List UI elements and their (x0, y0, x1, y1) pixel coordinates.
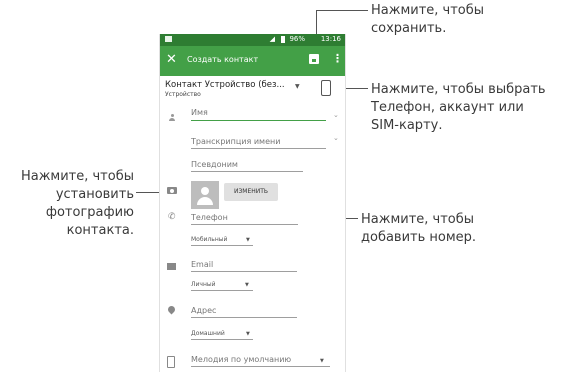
address-type-underline (191, 339, 253, 340)
chevron-down-icon[interactable]: ⌄ (333, 134, 339, 142)
account-name: Контакт Устройство (без... (165, 80, 285, 90)
email-icon (167, 263, 176, 270)
status-bar: ◢ 96% 13:16 (160, 34, 345, 46)
phone-device-icon[interactable] (321, 80, 331, 96)
callout-photo: Нажмите, чтобы установить фотографию кон… (20, 169, 134, 238)
ringtone-underline (191, 366, 330, 367)
phone-type-underline (191, 245, 253, 246)
email-type-underline (191, 290, 253, 291)
more-icon[interactable]: ⋮ (332, 52, 343, 65)
account-subtitle: Устройство (165, 91, 201, 98)
battery-icon (281, 36, 285, 43)
callout-account: Нажмите, чтобы выбрать Телефон, аккаунт … (371, 82, 546, 133)
ringtone-select[interactable]: Мелодия по умолчанию (191, 355, 291, 364)
nickname-underline (191, 171, 303, 172)
person-icon (169, 114, 175, 121)
change-photo-button[interactable]: ИЗМЕНИТЬ (224, 183, 278, 201)
phone-input[interactable]: Телефон (191, 213, 228, 222)
callout-number: Нажмите, чтобы добавить номер. (361, 212, 477, 245)
close-icon[interactable]: ✕ (166, 52, 177, 67)
page-title: Создать контакт (187, 55, 259, 64)
phone-icon: ✆ (168, 212, 176, 222)
battery-level: 96% (289, 35, 305, 43)
address-underline (191, 317, 297, 318)
notification-icon (165, 36, 172, 42)
transcription-underline (191, 148, 326, 149)
name-input[interactable]: Имя (191, 108, 208, 117)
email-type-select[interactable]: Личный (191, 281, 216, 288)
camera-icon (167, 187, 177, 194)
location-icon (166, 304, 177, 315)
nickname-input[interactable]: Псевдоним (191, 160, 238, 169)
chevron-down-icon: ▼ (246, 237, 250, 243)
callout-save: Нажмите, чтобы сохранить. (371, 3, 485, 36)
save-icon[interactable] (309, 54, 319, 64)
clock: 13:16 (320, 35, 341, 43)
address-input[interactable]: Адрес (191, 306, 216, 315)
transcription-input[interactable]: Транскрипция имени (191, 137, 280, 146)
email-input[interactable]: Email (191, 260, 213, 269)
chevron-down-icon: ▼ (295, 83, 300, 90)
email-underline (191, 271, 297, 272)
address-type-select[interactable]: Домашний (191, 330, 225, 337)
chevron-down-icon: ▼ (246, 331, 250, 337)
chevron-down-icon[interactable]: ⌄ (333, 111, 339, 119)
name-underline (191, 120, 326, 121)
ringtone-icon (167, 356, 175, 368)
chevron-down-icon: ▼ (320, 358, 324, 364)
account-selector[interactable]: Контакт Устройство (без... Устройство ▼ (165, 80, 343, 102)
phone-screen: ◢ 96% 13:16 ✕ Создать контакт ⋮ Контакт … (159, 34, 346, 372)
phone-type-select[interactable]: Мобильный (191, 236, 227, 243)
chevron-down-icon: ▼ (245, 282, 249, 288)
app-bar: ✕ Создать контакт ⋮ (160, 46, 345, 76)
avatar[interactable] (191, 181, 219, 209)
connector-save-h (316, 10, 368, 11)
phone-underline (191, 224, 298, 225)
signal-icon: ◢ (269, 35, 275, 43)
